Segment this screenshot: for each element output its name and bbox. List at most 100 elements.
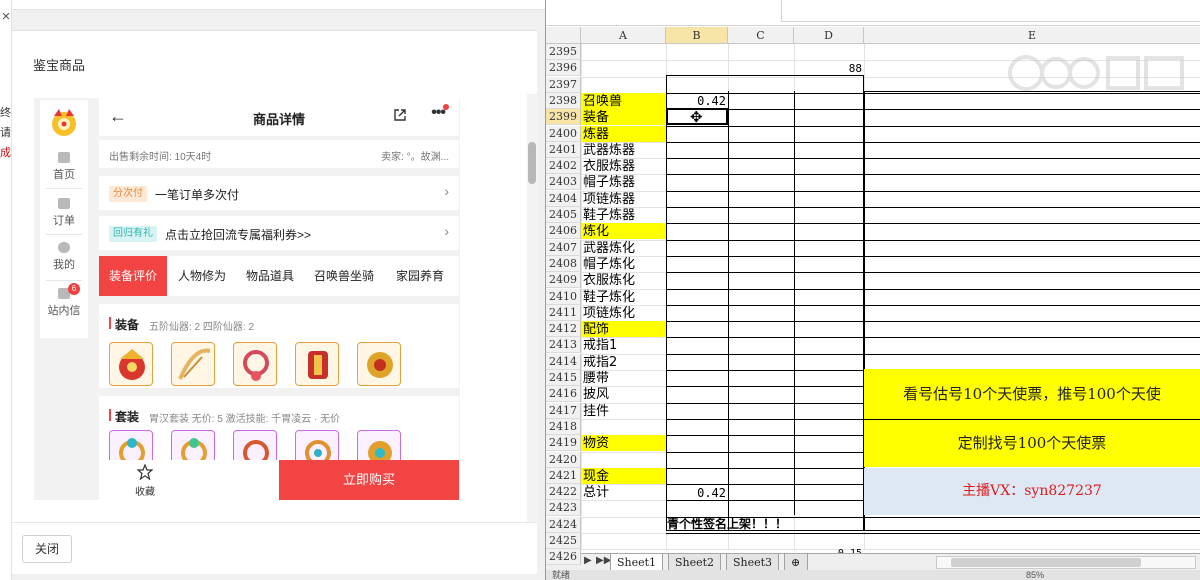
row-header[interactable]: 2407 xyxy=(546,239,581,256)
tab-items[interactable]: 物品道具 xyxy=(237,256,303,296)
divider xyxy=(46,234,82,235)
row-header[interactable]: 2412 xyxy=(546,321,581,338)
row-header[interactable]: 2425 xyxy=(546,533,581,549)
nav-item-home[interactable]: 首页 xyxy=(40,152,88,182)
equipment-item[interactable] xyxy=(171,342,215,386)
row-header[interactable]: 2398 xyxy=(546,92,581,109)
select-all-corner[interactable] xyxy=(546,27,581,44)
seller-name[interactable]: 卖家: °。故渊... xyxy=(381,148,449,163)
row-header[interactable]: 2396 xyxy=(546,60,581,77)
tab-equipment-rating[interactable]: 装备评价 xyxy=(99,256,167,296)
category-cell[interactable]: 戒指1 xyxy=(582,337,666,353)
column-header[interactable]: E xyxy=(864,27,1200,44)
row-header[interactable]: 2416 xyxy=(546,386,581,403)
row-header[interactable]: 2408 xyxy=(546,255,581,272)
tab-sheet3[interactable]: Sheet3 xyxy=(726,554,780,571)
app-logo-icon xyxy=(52,109,76,136)
row-header[interactable]: 2405 xyxy=(546,207,581,223)
row-header[interactable]: 2423 xyxy=(546,500,581,517)
tab-sheet1[interactable]: Sheet1 xyxy=(610,554,664,571)
column-header[interactable]: C xyxy=(728,27,794,44)
column-header[interactable]: A xyxy=(581,27,666,44)
insert-sheet-icon[interactable]: ⊕ xyxy=(784,554,808,571)
category-cell[interactable]: 挂件 xyxy=(582,403,666,419)
category-cell[interactable]: 披风 xyxy=(582,386,666,402)
category-cell[interactable]: 项链炼化 xyxy=(582,305,666,321)
row-header[interactable]: 2422 xyxy=(546,484,581,501)
row-header[interactable]: 2424 xyxy=(546,516,581,533)
scrollbar-thumb[interactable] xyxy=(528,142,536,184)
tab-sheet2[interactable]: Sheet2 xyxy=(668,554,722,571)
zoom-level[interactable]: 85% xyxy=(1026,570,1044,580)
category-cell[interactable]: 武器炼化 xyxy=(582,240,666,256)
category-cell[interactable]: 总计 xyxy=(582,484,666,500)
row-header[interactable]: 2421 xyxy=(546,467,581,484)
row-header[interactable]: 2410 xyxy=(546,288,581,305)
nav-item-messages[interactable]: 6 站内信 xyxy=(40,283,88,318)
installment-row[interactable]: 分次付 一笔订单多次付 › xyxy=(99,176,459,210)
formula-input[interactable] xyxy=(781,0,1200,22)
row-header[interactable]: 2418 xyxy=(546,418,581,435)
table-border xyxy=(666,125,1200,127)
row-header[interactable]: 2404 xyxy=(546,190,581,207)
edge-close-icon[interactable]: × xyxy=(0,0,12,30)
row-header[interactable]: 2397 xyxy=(546,76,581,93)
row-header[interactable]: 2420 xyxy=(546,451,581,468)
row-header[interactable]: 2406 xyxy=(546,223,581,240)
close-button[interactable]: 关闭 xyxy=(22,535,72,563)
category-cell[interactable]: 装备 xyxy=(582,109,666,126)
tab-character[interactable]: 人物修为 xyxy=(169,256,235,296)
grid-line xyxy=(581,549,1200,551)
row-header[interactable]: 2395 xyxy=(546,44,581,60)
category-cell[interactable]: 项链炼器 xyxy=(582,191,666,207)
category-cell[interactable]: 帽子炼器 xyxy=(582,174,666,190)
tab-pets-mounts[interactable]: 召唤兽坐骑 xyxy=(305,256,383,296)
category-cell[interactable]: 鞋子炼器 xyxy=(582,207,666,223)
row-header[interactable]: 2426 xyxy=(546,549,581,566)
row-header[interactable]: 2415 xyxy=(546,370,581,386)
category-cell[interactable]: 鞋子炼化 xyxy=(582,289,666,305)
equipment-item[interactable] xyxy=(109,342,153,386)
row-header[interactable]: 2402 xyxy=(546,158,581,175)
equipment-item[interactable] xyxy=(295,342,339,386)
section-marker xyxy=(109,317,111,329)
nav-item-mine[interactable]: 我的 xyxy=(40,242,88,272)
column-header[interactable]: D xyxy=(794,27,864,44)
row-header[interactable]: 2409 xyxy=(546,272,581,289)
buy-now-button[interactable]: 立即购买 xyxy=(279,460,459,500)
column-header[interactable]: B xyxy=(666,27,728,44)
dialog-scrollbar[interactable] xyxy=(527,94,537,522)
row-header[interactable]: 2414 xyxy=(546,353,581,370)
equipment-item[interactable] xyxy=(357,342,401,386)
row-header[interactable]: 2411 xyxy=(546,304,581,321)
horizontal-scrollbar[interactable] xyxy=(936,556,1196,569)
row-header[interactable]: 2400 xyxy=(546,125,581,142)
category-cell[interactable]: 现金 xyxy=(582,467,666,484)
row-header[interactable]: 2417 xyxy=(546,402,581,419)
equipment-item[interactable] xyxy=(233,342,277,386)
category-cell[interactable]: 召唤兽 xyxy=(582,92,666,109)
category-cell[interactable]: 炼器 xyxy=(582,125,666,142)
category-cell[interactable]: 衣服炼器 xyxy=(582,158,666,174)
tab-homestead[interactable]: 家园养育 xyxy=(385,256,455,296)
category-cell[interactable]: 衣服炼化 xyxy=(582,272,666,288)
category-cell[interactable]: 戒指2 xyxy=(582,354,666,370)
category-cell[interactable]: 帽子炼化 xyxy=(582,256,666,272)
return-gift-row[interactable]: 回归有礼 点击立抢回流专属福利券>> › xyxy=(99,216,459,250)
category-cell[interactable]: 武器炼器 xyxy=(582,142,666,158)
row-header[interactable]: 2413 xyxy=(546,337,581,354)
share-icon[interactable] xyxy=(393,108,407,122)
row-header[interactable]: 2419 xyxy=(546,435,581,452)
category-cell[interactable]: 炼化 xyxy=(582,223,666,240)
category-cell[interactable]: 配饰 xyxy=(582,321,666,338)
row-header[interactable]: 2401 xyxy=(546,141,581,158)
row-header[interactable]: 2403 xyxy=(546,174,581,191)
row-header[interactable]: 2399 xyxy=(546,109,581,126)
table-border xyxy=(666,255,1200,257)
favorite-button[interactable]: 收藏 xyxy=(125,463,165,498)
category-cell[interactable]: 物资 xyxy=(582,435,666,452)
nav-item-orders[interactable]: 订单 xyxy=(40,198,88,228)
scrollbar-thumb[interactable] xyxy=(951,558,1141,567)
next-sheet-icon[interactable]: ▶ xyxy=(584,555,592,566)
category-cell[interactable]: 腰带 xyxy=(582,370,666,386)
